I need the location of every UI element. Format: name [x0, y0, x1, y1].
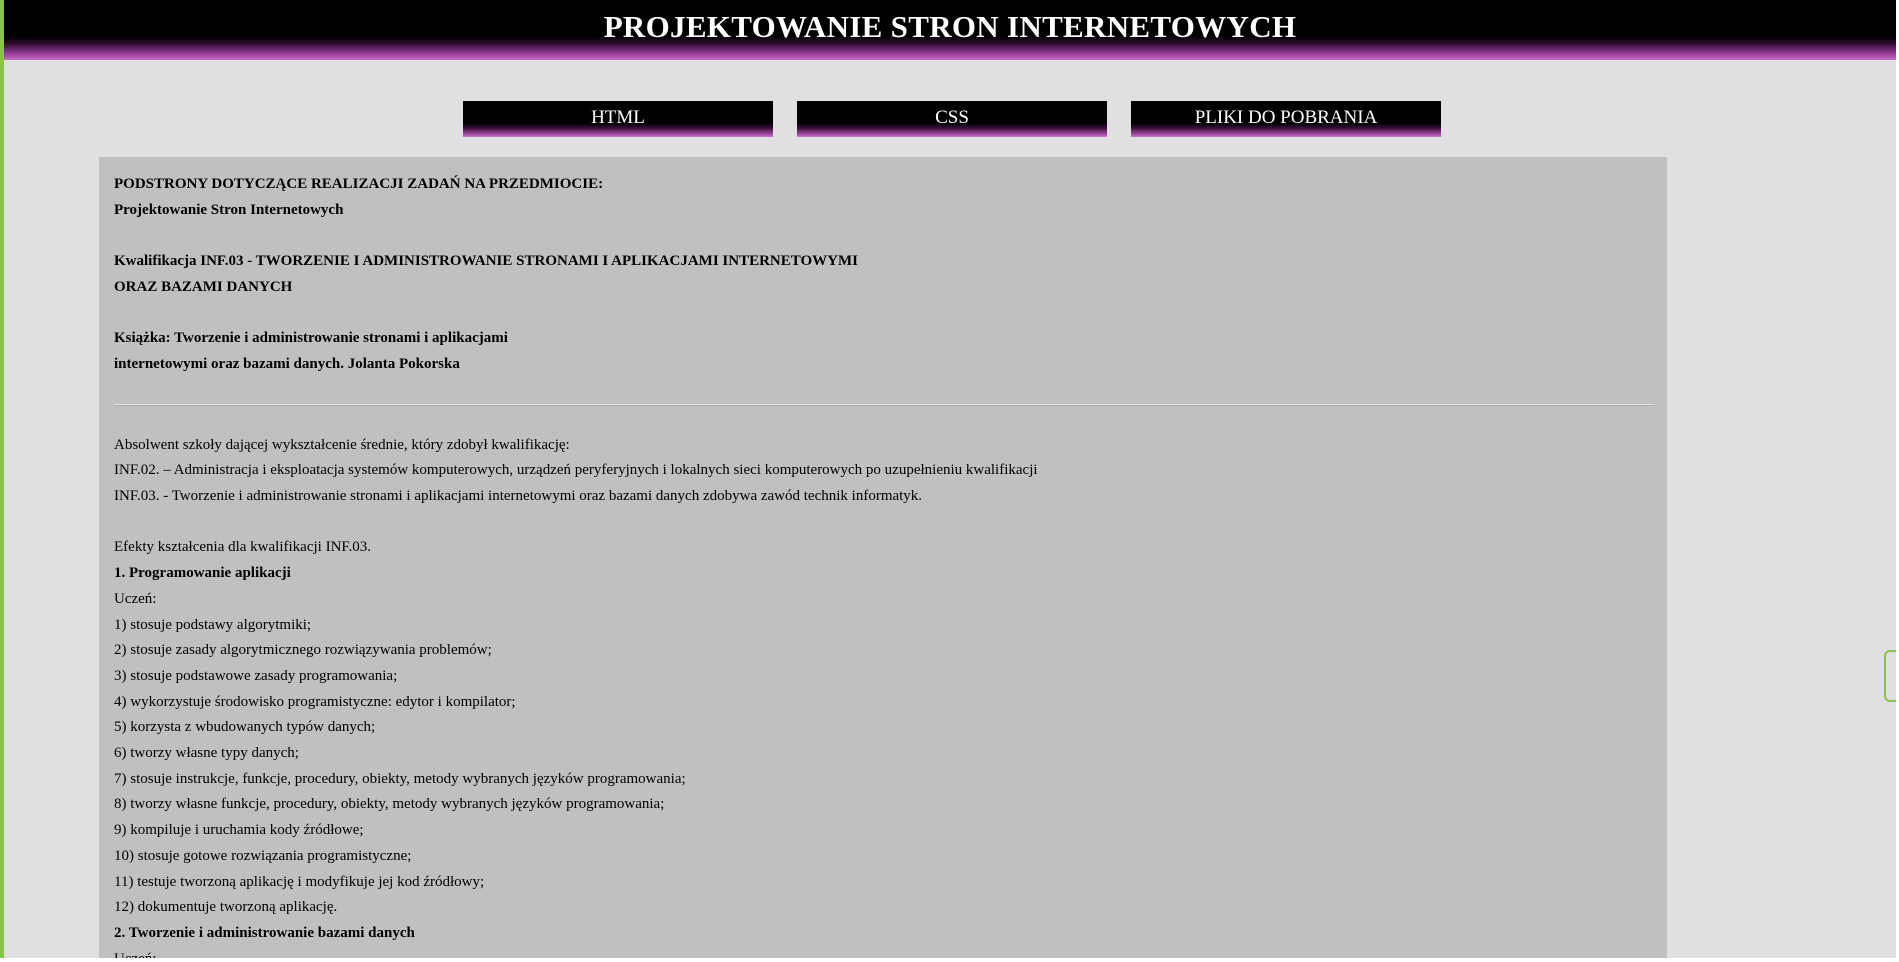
section-1-title: 1. Programowanie aplikacji: [114, 565, 291, 582]
nav-downloads-button[interactable]: PLIKI DO POBRANIA: [1131, 101, 1441, 137]
intro-heading: PODSTRONY DOTYCZĄCE REALIZACJI ZADAŃ NA …: [114, 176, 604, 192]
divider: [114, 403, 1652, 406]
intro-subject: Projektowanie Stron Internetowych: [114, 201, 344, 218]
page-header: PROJEKTOWANIE STRON INTERNETOWYCH: [4, 0, 1896, 60]
list-item: 2) stosuje zasady algorytmicznego rozwią…: [114, 642, 492, 659]
page-title: PROJEKTOWANIE STRON INTERNETOWYCH: [603, 9, 1297, 44]
qualification-line-2: ORAZ BAZAMI DANYCH: [114, 278, 293, 295]
section-2-student: Uczeń:: [114, 947, 1652, 958]
nav-html-button[interactable]: HTML: [463, 101, 773, 137]
list-item: 10) stosuje gotowe rozwiązania programis…: [114, 847, 412, 864]
page-frame: PROJEKTOWANIE STRON INTERNETOWYCH HTML C…: [0, 0, 1896, 958]
list-item: 3) stosuje podstawowe zasady programowan…: [114, 667, 398, 684]
main-nav: HTML CSS PLIKI DO POBRANIA: [4, 101, 1896, 137]
list-item: 4) wykorzystuje środowisko programistycz…: [114, 693, 516, 710]
list-item: 12) dokumentuje tworzoną aplikację.: [114, 899, 338, 916]
qualification-line-1: Kwalifikacja INF.03 - TWORZENIE I ADMINI…: [114, 253, 858, 270]
list-item: 11) testuje tworzoną aplikację i modyfik…: [114, 873, 485, 890]
list-item: 9) kompiluje i uruchamia kody źródłowe;: [114, 822, 364, 839]
nav-css-button[interactable]: CSS: [797, 101, 1107, 137]
list-item: 7) stosuje instrukcje, funkcje, procedur…: [114, 770, 686, 787]
side-panel-tab[interactable]: [1884, 650, 1896, 702]
book-line-2: internetowymi oraz bazami danych. Jolant…: [114, 355, 460, 372]
list-item: 5) korzysta z wbudowanych typów danych;: [114, 719, 376, 736]
graduate-line-1: Absolwent szkoły dającej wykształcenie ś…: [114, 436, 570, 453]
section-2-title: 2. Tworzenie i administrowanie bazami da…: [114, 924, 415, 941]
effects-title: Efekty kształcenia dla kwalifikacji INF.…: [114, 539, 372, 556]
list-item: 8) tworzy własne funkcje, procedury, obi…: [114, 796, 665, 813]
main-content: PODSTRONY DOTYCZĄCE REALIZACJI ZADAŃ NA …: [99, 157, 1667, 958]
graduate-line-2: INF.02. – Administracja i eksploatacja s…: [114, 462, 1038, 479]
list-item: 6) tworzy własne typy danych;: [114, 745, 299, 762]
graduate-line-3: INF.03. - Tworzenie i administrowanie st…: [114, 488, 923, 504]
section-1-student: Uczeń:: [114, 590, 157, 607]
list-item: 1) stosuje podstawy algorytmiki;: [114, 616, 312, 633]
book-line-1: Książka: Tworzenie i administrowanie str…: [114, 330, 508, 347]
